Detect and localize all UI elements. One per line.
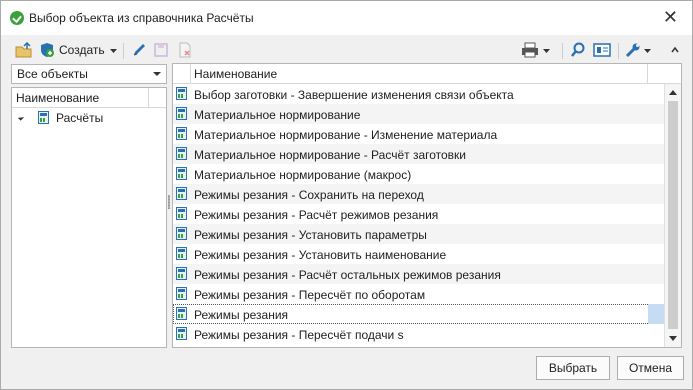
row-name: Режимы резания - Расчёт режимов резания bbox=[194, 208, 439, 222]
calculator-icon bbox=[176, 267, 187, 280]
app-icon bbox=[10, 11, 24, 25]
calculator-icon bbox=[176, 227, 187, 240]
row-name: Режимы резания - Расчёт остальных режимо… bbox=[194, 268, 501, 282]
settings-button[interactable] bbox=[625, 40, 653, 60]
tree-view: Наименование Расчёты bbox=[11, 87, 167, 348]
table-row[interactable]: Режимы резания - Расчёт остальных режимо… bbox=[173, 264, 664, 284]
icon-column-header[interactable] bbox=[173, 64, 191, 83]
table-row[interactable]: Режимы резания - Сохранить на переход bbox=[173, 184, 664, 204]
toolbar: Создать bbox=[1, 37, 692, 63]
row-name: Режимы резания - Пересчёт по оборотам bbox=[194, 288, 426, 302]
table-row[interactable]: Выбор заготовки - Завершение изменения с… bbox=[173, 84, 664, 104]
row-name: Материальное нормирование bbox=[194, 108, 361, 122]
calculator-icon bbox=[176, 307, 187, 320]
calculator-icon bbox=[176, 247, 187, 260]
close-icon[interactable]: ✕ bbox=[663, 7, 678, 27]
column-divider bbox=[647, 64, 648, 83]
name-column-header[interactable]: Наименование bbox=[194, 67, 277, 81]
print-button[interactable] bbox=[521, 40, 552, 60]
create-shield-icon bbox=[41, 43, 54, 57]
table-row[interactable]: Материальное нормирование (макрос) bbox=[173, 164, 664, 184]
chevron-down-icon bbox=[644, 49, 651, 53]
dialog-window: Выбор объекта из справочника Расчёты ✕ С… bbox=[0, 0, 693, 390]
chevron-down-icon bbox=[543, 49, 550, 53]
table-row[interactable]: Режимы резания - Расчёт режимов резания bbox=[173, 204, 664, 224]
splitter-grip[interactable] bbox=[168, 195, 170, 209]
row-name: Материальное нормирование - Расчёт загот… bbox=[194, 148, 467, 162]
tree-header-label: Наименование bbox=[16, 91, 100, 105]
calculator-icon bbox=[176, 167, 187, 180]
toolbar-divider bbox=[618, 43, 619, 59]
options-chevron-icon[interactable] bbox=[670, 40, 680, 60]
table-row[interactable]: Материальное нормирование - Расчёт загот… bbox=[173, 144, 664, 164]
content-area: Все объекты Наименование Расчёты Наимено bbox=[1, 63, 692, 351]
view-panel-icon[interactable] bbox=[593, 40, 611, 60]
printer-icon bbox=[522, 42, 538, 58]
calculator-icon bbox=[176, 207, 187, 220]
create-label: Создать bbox=[59, 43, 105, 57]
window-title: Выбор объекта из справочника Расчёты bbox=[29, 11, 254, 25]
scroll-up-icon[interactable] bbox=[669, 90, 677, 95]
grid-body: Выбор заготовки - Завершение изменения с… bbox=[173, 84, 664, 347]
expand-arrow-icon[interactable] bbox=[17, 114, 25, 121]
left-panel: Все объекты Наименование Расчёты bbox=[11, 63, 167, 348]
table-row[interactable]: Режимы резания - Установить наименование bbox=[173, 244, 664, 264]
save-icon[interactable] bbox=[153, 40, 169, 60]
calculator-icon bbox=[176, 107, 187, 120]
select-button[interactable]: Выбрать bbox=[536, 356, 610, 380]
filter-value: Все объекты bbox=[17, 67, 88, 81]
table-row[interactable]: Режимы резания bbox=[173, 304, 664, 324]
row-name: Выбор заготовки - Завершение изменения с… bbox=[194, 88, 514, 102]
row-name: Режимы резания - Сохранить на переход bbox=[194, 188, 424, 202]
calculator-icon bbox=[176, 87, 187, 100]
row-name: Материальное нормирование (макрос) bbox=[194, 168, 412, 182]
table-row[interactable]: Режимы резания - Пересчёт по оборотам bbox=[173, 284, 664, 304]
row-name: Режимы резания bbox=[194, 308, 289, 322]
cancel-button[interactable]: Отмена bbox=[617, 356, 684, 380]
row-name: Материальное нормирование - Изменение ма… bbox=[194, 128, 498, 142]
calculator-icon bbox=[176, 127, 187, 140]
chevron-down-icon bbox=[153, 72, 161, 76]
column-divider bbox=[148, 88, 149, 107]
toolbar-divider bbox=[562, 43, 563, 59]
calculator-icon bbox=[176, 147, 187, 160]
table-row[interactable]: Режимы резания - Пересчёт подачи s bbox=[173, 324, 664, 344]
title-bar: Выбор объекта из справочника Расчёты ✕ bbox=[1, 1, 692, 35]
table-row[interactable]: Материальное нормирование bbox=[173, 104, 664, 124]
tree-item-calculations[interactable]: Расчёты bbox=[12, 108, 166, 128]
scrollbar-thumb[interactable] bbox=[668, 101, 678, 329]
tree-column-header[interactable]: Наименование bbox=[12, 88, 166, 108]
row-name: Режимы резания - Установить параметры bbox=[194, 228, 427, 242]
table-row[interactable]: Режимы резания - Установить параметры bbox=[173, 224, 664, 244]
create-button[interactable]: Создать bbox=[39, 40, 119, 60]
search-icon[interactable] bbox=[570, 40, 586, 60]
row-name: Режимы резания - Пересчёт подачи s bbox=[194, 328, 404, 342]
objects-grid: Наименование Выбор заготовки - Завершени… bbox=[172, 63, 682, 348]
tree-item-label: Расчёты bbox=[56, 111, 104, 125]
calculator-icon bbox=[176, 287, 187, 300]
grid-header: Наименование bbox=[173, 64, 681, 84]
calculator-icon bbox=[38, 111, 49, 124]
folder-up-icon[interactable] bbox=[15, 40, 33, 60]
toolbar-divider bbox=[123, 43, 124, 59]
table-row[interactable]: Материальное нормирование - Изменение ма… bbox=[173, 124, 664, 144]
filter-dropdown[interactable]: Все объекты bbox=[11, 64, 167, 84]
scroll-down-icon[interactable] bbox=[669, 336, 677, 341]
row-name: Режимы резания - Установить наименование bbox=[194, 248, 447, 262]
calculator-icon bbox=[176, 327, 187, 340]
calculator-icon bbox=[176, 187, 187, 200]
delete-icon[interactable] bbox=[177, 40, 193, 60]
vertical-scrollbar[interactable] bbox=[664, 84, 681, 347]
edit-pencil-icon[interactable] bbox=[131, 40, 147, 60]
wrench-icon bbox=[625, 43, 640, 58]
chevron-down-icon bbox=[109, 49, 117, 53]
